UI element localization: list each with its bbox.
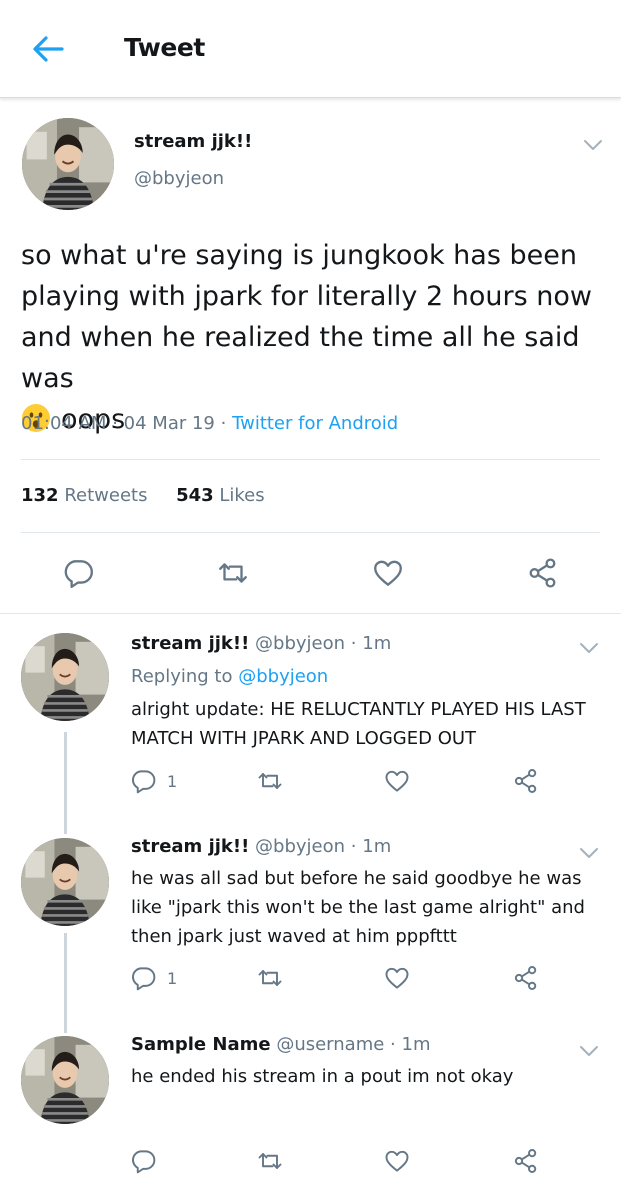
- speech-bubble-icon: [129, 1147, 157, 1175]
- reply-time: 1m: [401, 1034, 431, 1055]
- tweet-meta: 01:04 AM · 04 Mar 19 · Twitter for Andro…: [21, 413, 398, 434]
- author-handle[interactable]: @username: [276, 1034, 384, 1055]
- meta-separator: ·: [350, 836, 357, 857]
- retweet-button[interactable]: [256, 767, 284, 795]
- avatar[interactable]: [22, 118, 114, 210]
- share-icon: [526, 556, 560, 590]
- retweet-button[interactable]: [216, 556, 250, 590]
- reply-button[interactable]: [61, 556, 95, 590]
- retweets-stat[interactable]: 132 Retweets: [21, 485, 147, 506]
- retweets-label: Retweets: [64, 485, 148, 506]
- reply-text: alright update: HE RELUCTANTLY PLAYED HI…: [131, 699, 586, 749]
- retweet-button[interactable]: [256, 1147, 284, 1175]
- chevron-down-icon: [579, 1044, 599, 1058]
- tweet-menu-button[interactable]: [579, 1043, 599, 1057]
- share-button[interactable]: [512, 964, 540, 992]
- meta-separator: ·: [112, 413, 118, 434]
- heart-icon: [371, 556, 405, 590]
- speech-bubble-icon: [61, 556, 95, 590]
- replying-to-label: Replying to: [131, 666, 233, 687]
- heart-icon: [383, 767, 411, 795]
- tweet-time: 01:04 AM: [21, 413, 107, 434]
- retweet-icon: [256, 1147, 284, 1175]
- tweet-menu-button[interactable]: [583, 137, 603, 151]
- reply-count: 1: [167, 969, 178, 988]
- reply-time: 1m: [362, 836, 392, 857]
- share-icon: [512, 767, 540, 795]
- reply-button[interactable]: [129, 964, 157, 992]
- author-handle[interactable]: @bbyjeon: [255, 836, 345, 857]
- avatar[interactable]: [21, 838, 109, 926]
- meta-separator: ·: [390, 1034, 396, 1055]
- page-title: Tweet: [124, 33, 205, 62]
- reply-header: stream jjk!! @bbyjeon · 1m: [131, 836, 391, 857]
- tweet-stats: 132 Retweets 543 Likes: [21, 485, 265, 506]
- reply-button[interactable]: [129, 1147, 157, 1175]
- share-icon: [512, 964, 540, 992]
- divider: [21, 459, 600, 460]
- like-button[interactable]: [371, 556, 405, 590]
- share-button[interactable]: [512, 1147, 540, 1175]
- tweet-text: so what u're saying is jungkook has been…: [21, 235, 606, 440]
- tweet-menu-button[interactable]: [579, 640, 599, 654]
- heart-icon: [383, 964, 411, 992]
- arrow-left-icon: [33, 36, 64, 62]
- heart-icon: [383, 1147, 411, 1175]
- tweet-source-link[interactable]: Twitter for Android: [232, 413, 398, 434]
- retweet-icon: [216, 556, 250, 590]
- tweet-date: 04 Mar 19: [123, 413, 215, 434]
- replying-to: Replying to @bbyjeon: [131, 666, 328, 687]
- replying-to-handle[interactable]: @bbyjeon: [238, 666, 328, 687]
- reply-button[interactable]: [129, 767, 157, 795]
- chevron-down-icon: [579, 641, 599, 655]
- reply-header: stream jjk!! @bbyjeon · 1m: [131, 633, 391, 654]
- avatar[interactable]: [21, 633, 109, 721]
- author-name[interactable]: stream jjk!!: [134, 131, 252, 152]
- like-button[interactable]: [383, 767, 411, 795]
- reply-text: he was all sad but before he said goodby…: [131, 868, 585, 947]
- like-button[interactable]: [383, 1147, 411, 1175]
- author-name[interactable]: Sample Name: [131, 1034, 271, 1055]
- like-button[interactable]: [383, 964, 411, 992]
- tweet-menu-button[interactable]: [579, 845, 599, 859]
- avatar[interactable]: [21, 1036, 109, 1124]
- thread-line: [64, 933, 67, 1033]
- retweet-button[interactable]: [256, 964, 284, 992]
- speech-bubble-icon: [129, 964, 157, 992]
- reply-time: 1m: [362, 633, 392, 654]
- tweet-text-body: so what u're saying is jungkook has been…: [21, 240, 592, 394]
- top-app-bar: Tweet: [0, 0, 621, 98]
- chevron-down-icon: [579, 846, 599, 860]
- likes-label: Likes: [219, 485, 265, 506]
- author-name[interactable]: stream jjk!!: [131, 836, 249, 857]
- meta-separator: ·: [220, 413, 227, 434]
- retweet-icon: [256, 767, 284, 795]
- reply-count: 1: [167, 772, 178, 791]
- reply-header: Sample Name @username · 1m: [131, 1034, 431, 1055]
- back-button[interactable]: [30, 33, 66, 65]
- likes-count: 543: [176, 485, 214, 506]
- reply-text: he ended his stream in a pout im not oka…: [131, 1066, 514, 1087]
- share-button[interactable]: [512, 767, 540, 795]
- speech-bubble-icon: [129, 767, 157, 795]
- divider: [21, 532, 600, 533]
- retweets-count: 132: [21, 485, 59, 506]
- divider: [0, 613, 621, 614]
- retweet-icon: [256, 964, 284, 992]
- share-icon: [512, 1147, 540, 1175]
- author-name[interactable]: stream jjk!!: [131, 633, 249, 654]
- chevron-down-icon: [583, 138, 603, 152]
- author-handle[interactable]: @bbyjeon: [255, 633, 345, 654]
- thread-line: [64, 732, 67, 834]
- author-handle[interactable]: @bbyjeon: [134, 168, 224, 189]
- meta-separator: ·: [350, 633, 357, 654]
- share-button[interactable]: [526, 556, 560, 590]
- likes-stat[interactable]: 543 Likes: [176, 485, 265, 506]
